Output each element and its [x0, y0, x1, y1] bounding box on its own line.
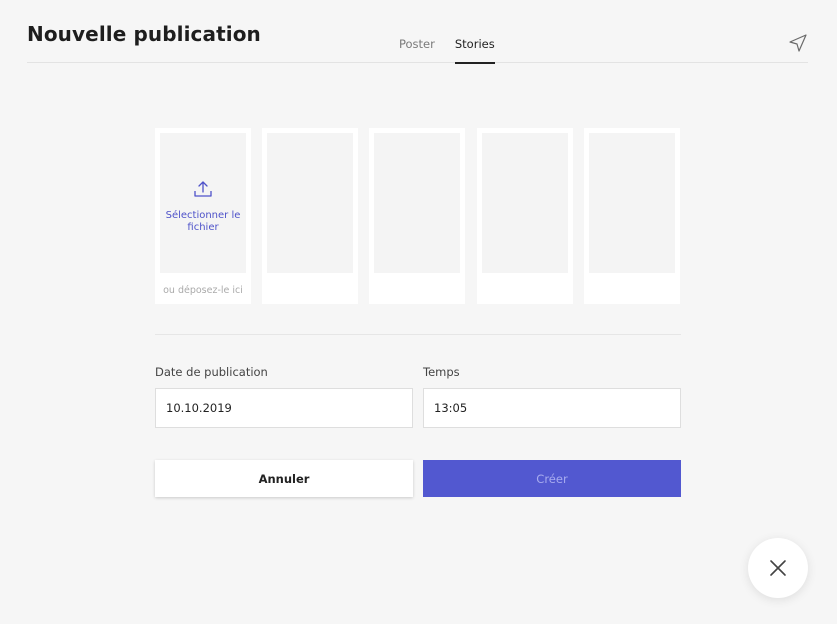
new-publication-page: Nouvelle publication Poster Stories Séle… — [0, 0, 837, 624]
paper-plane-icon — [789, 34, 807, 52]
close-button[interactable] — [748, 538, 808, 598]
story-slot-placeholder — [482, 133, 568, 273]
tab-poster[interactable]: Poster — [399, 0, 435, 63]
time-input[interactable] — [423, 388, 681, 428]
date-label: Date de publication — [155, 365, 268, 379]
date-input[interactable] — [155, 388, 413, 428]
upload-icon — [194, 181, 212, 197]
page-title: Nouvelle publication — [27, 22, 261, 46]
story-slots: Sélectionner le fichier ou déposez-le ic… — [155, 128, 681, 304]
story-upload-slot[interactable]: Sélectionner le fichier ou déposez-le ic… — [155, 128, 251, 304]
send-button[interactable] — [788, 33, 808, 53]
story-slot-placeholder — [374, 133, 460, 273]
upload-dropzone[interactable]: Sélectionner le fichier — [160, 133, 246, 273]
story-slot — [584, 128, 680, 304]
story-slot — [262, 128, 358, 304]
story-slot-placeholder — [589, 133, 675, 273]
story-slot — [369, 128, 465, 304]
tab-stories[interactable]: Stories — [454, 0, 495, 64]
close-icon — [770, 560, 786, 576]
create-button[interactable]: Créer — [423, 460, 681, 497]
cancel-button[interactable]: Annuler — [155, 460, 413, 497]
tab-bar: Poster Stories — [399, 0, 515, 64]
header: Nouvelle publication Poster Stories — [27, 0, 808, 64]
select-file-link[interactable]: Sélectionner le fichier — [160, 210, 246, 234]
story-slot-placeholder — [267, 133, 353, 273]
drop-hint: ou déposez-le ici — [163, 285, 243, 296]
story-slot — [477, 128, 573, 304]
time-label: Temps — [423, 365, 460, 379]
divider — [155, 334, 681, 335]
